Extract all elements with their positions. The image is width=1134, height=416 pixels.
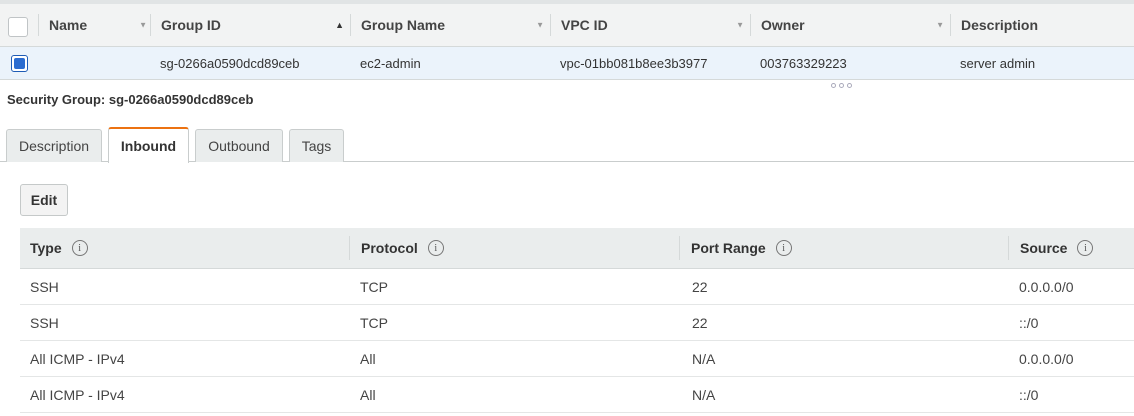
- column-header-label: Name: [49, 17, 88, 33]
- cell-vpc-id: vpc-01bb081b8ee3b3977: [560, 55, 708, 71]
- cell-type: All ICMP - IPv4: [30, 386, 125, 403]
- tab-tags[interactable]: Tags: [289, 129, 344, 162]
- cell-type: All ICMP - IPv4: [30, 350, 125, 367]
- table-row: SSH TCP 22 ::/0: [20, 305, 1134, 341]
- column-header-protocol: Protocol i: [349, 228, 679, 268]
- column-header-label: Owner: [761, 17, 805, 33]
- column-header-label: Source: [1020, 240, 1068, 256]
- cell-protocol: All: [360, 386, 376, 403]
- cell-type: SSH: [30, 314, 59, 331]
- grip-dot-icon: [839, 83, 844, 88]
- tab-outbound[interactable]: Outbound: [195, 129, 283, 162]
- cell-group-name: ec2-admin: [360, 55, 421, 71]
- cell-port-range: N/A: [692, 386, 716, 403]
- grip-dot-icon: [831, 83, 836, 88]
- column-separator: [750, 14, 751, 36]
- cell-port-range: 22: [692, 314, 708, 331]
- cell-port-range: N/A: [692, 350, 716, 367]
- column-header-source: Source i: [1008, 228, 1134, 268]
- sort-down-icon[interactable]: ▼: [536, 21, 544, 30]
- column-header-label: VPC ID: [561, 17, 608, 33]
- column-separator: [349, 236, 350, 260]
- info-icon[interactable]: i: [1077, 240, 1094, 256]
- sort-up-icon[interactable]: ▲: [335, 20, 344, 30]
- cell-port-range: 22: [692, 278, 708, 295]
- cell-source: ::/0: [1019, 386, 1039, 403]
- table-row-selected[interactable]: sg-0266a0590dcd89ceb ec2-admin vpc-01bb0…: [0, 47, 1134, 80]
- column-header-label: Group Name: [361, 17, 446, 33]
- cell-protocol: TCP: [360, 278, 388, 295]
- column-header-vpc-id[interactable]: VPC ID ▼: [550, 4, 750, 46]
- tab-description[interactable]: Description: [6, 129, 102, 162]
- table-row: SSH TCP 22 0.0.0.0/0: [20, 269, 1134, 305]
- column-header-label: Description: [961, 17, 1039, 33]
- column-header-owner[interactable]: Owner ▼: [750, 4, 950, 46]
- info-icon[interactable]: i: [427, 240, 444, 256]
- cell-protocol: TCP: [360, 314, 388, 331]
- column-header-label: Port Range: [691, 240, 766, 256]
- sort-down-icon[interactable]: ▼: [736, 21, 744, 30]
- edit-button[interactable]: Edit: [20, 184, 68, 216]
- info-icon[interactable]: i: [775, 240, 792, 256]
- cell-source: ::/0: [1019, 314, 1039, 331]
- column-header-label: Group ID: [161, 17, 221, 33]
- sort-down-icon[interactable]: ▼: [139, 21, 147, 30]
- column-header-group-name[interactable]: Group Name ▼: [350, 4, 550, 46]
- column-separator: [1008, 236, 1009, 260]
- column-header-description[interactable]: Description: [950, 4, 1134, 46]
- rules-table-header: Type i Protocol i Port Range i Source i: [20, 228, 1134, 269]
- select-all-checkbox[interactable]: [8, 17, 28, 37]
- cell-description: server admin: [960, 55, 1036, 71]
- grip-dot-icon: [847, 83, 852, 88]
- column-separator: [350, 14, 351, 36]
- table-row: All ICMP - IPv4 All N/A ::/0: [20, 377, 1134, 413]
- detail-tabs: Description Inbound Outbound Tags: [0, 127, 1134, 163]
- table-header: Name ▼ Group ID ▲ Group Name ▼ VPC ID ▼ …: [0, 0, 1134, 47]
- column-separator: [679, 236, 680, 260]
- column-separator: [38, 14, 39, 36]
- column-header-label: Protocol: [361, 240, 418, 256]
- cell-type: SSH: [30, 278, 59, 295]
- cell-source: 0.0.0.0/0: [1019, 350, 1074, 367]
- column-header-group-id[interactable]: Group ID ▲: [150, 4, 350, 46]
- inbound-rules-table: Type i Protocol i Port Range i Source i …: [20, 228, 1134, 413]
- column-header-name[interactable]: Name ▼: [38, 4, 153, 46]
- tab-inbound[interactable]: Inbound: [108, 127, 189, 163]
- info-icon[interactable]: i: [71, 240, 88, 256]
- column-header-port-range: Port Range i: [679, 228, 1009, 268]
- column-separator: [150, 14, 151, 36]
- cell-name: [38, 47, 48, 79]
- row-checkbox[interactable]: [11, 55, 28, 72]
- column-separator: [950, 14, 951, 36]
- table-row: All ICMP - IPv4 All N/A 0.0.0.0/0: [20, 341, 1134, 377]
- security-groups-table: Name ▼ Group ID ▲ Group Name ▼ VPC ID ▼ …: [0, 0, 1134, 80]
- security-group-title: Security Group: sg-0266a0590dcd89ceb: [7, 92, 254, 107]
- cell-group-id: sg-0266a0590dcd89ceb: [160, 55, 300, 71]
- column-header-type: Type i: [30, 228, 88, 268]
- column-separator: [550, 14, 551, 36]
- column-header-label: Type: [30, 240, 62, 256]
- cell-source: 0.0.0.0/0: [1019, 278, 1074, 295]
- cell-owner: 003763329223: [760, 55, 847, 71]
- cell-protocol: All: [360, 350, 376, 367]
- sort-down-icon[interactable]: ▼: [936, 21, 944, 30]
- pane-resize-handle[interactable]: [831, 83, 852, 88]
